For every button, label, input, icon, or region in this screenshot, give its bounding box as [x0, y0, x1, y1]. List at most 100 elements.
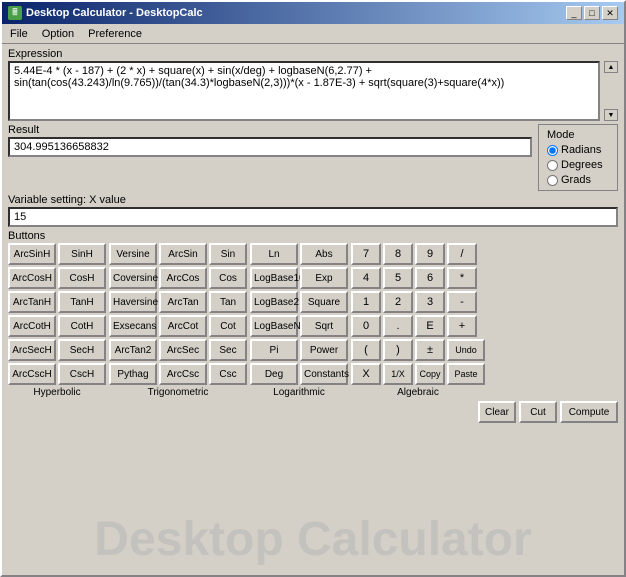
menu-option[interactable]: Option [38, 27, 78, 41]
minimize-button[interactable]: _ [566, 6, 582, 20]
menu-preference[interactable]: Preference [84, 27, 146, 41]
csc-button[interactable]: Csc [209, 363, 247, 385]
expr-scroll-down[interactable]: ▼ [604, 109, 618, 121]
cut-button[interactable]: Cut [519, 401, 557, 423]
logbase10-button[interactable]: LogBase10 [250, 267, 298, 289]
logbase2-button[interactable]: LogBase2 [250, 291, 298, 313]
menu-file[interactable]: File [6, 27, 32, 41]
cot-button[interactable]: Cot [209, 315, 247, 337]
trigonometric-label: Trigonometric [109, 387, 247, 398]
btn-minus[interactable]: - [447, 291, 477, 313]
num-row-2: 4 5 6 * [351, 267, 485, 289]
tan-button[interactable]: Tan [209, 291, 247, 313]
menu-bar: File Option Preference [2, 24, 624, 44]
csch-button[interactable]: CscH [58, 363, 106, 385]
arccosh-button[interactable]: ArcCosH [8, 267, 56, 289]
coth-button[interactable]: CotH [58, 315, 106, 337]
sech-button[interactable]: SecH [58, 339, 106, 361]
btn-plusminus[interactable]: ± [415, 339, 445, 361]
logbasen-button[interactable]: LogBaseN [250, 315, 298, 337]
sin-button[interactable]: Sin [209, 243, 247, 265]
btn-e[interactable]: E [415, 315, 445, 337]
arcsin-button[interactable]: ArcSin [159, 243, 207, 265]
deg-button[interactable]: Deg [250, 363, 298, 385]
hyp-row-6: ArcCscH CscH [8, 363, 106, 385]
power-button[interactable]: Power [300, 339, 348, 361]
exp-button[interactable]: Exp [300, 267, 348, 289]
sinh-button[interactable]: SinH [58, 243, 106, 265]
arccoth-button[interactable]: ArcCotH [8, 315, 56, 337]
cos-button[interactable]: Cos [209, 267, 247, 289]
hyp-row-5: ArcSecH SecH [8, 339, 106, 361]
btn-0[interactable]: 0 [351, 315, 381, 337]
expr-scroll-up[interactable]: ▲ [604, 61, 618, 73]
maximize-button[interactable]: □ [584, 6, 600, 20]
coversine-button[interactable]: Coversine [109, 267, 157, 289]
trig-row-2: Coversine ArcCos Cos [109, 267, 247, 289]
btn-dot[interactable]: . [383, 315, 413, 337]
compute-button[interactable]: Compute [560, 401, 618, 423]
copy-button[interactable]: Copy [415, 363, 445, 385]
btn-lparen[interactable]: ( [351, 339, 381, 361]
btn-plus[interactable]: + [447, 315, 477, 337]
hyp-row-4: ArcCotH CotH [8, 315, 106, 337]
cosh-button[interactable]: CosH [58, 267, 106, 289]
num-row-3: 1 2 3 - [351, 291, 485, 313]
btn-9[interactable]: 9 [415, 243, 445, 265]
constants-button[interactable]: Constants [300, 363, 348, 385]
btn-1[interactable]: 1 [351, 291, 381, 313]
arccot-button[interactable]: ArcCot [159, 315, 207, 337]
haversine-button[interactable]: Haversine [109, 291, 157, 313]
abs-button[interactable]: Abs [300, 243, 348, 265]
sqrt-button[interactable]: Sqrt [300, 315, 348, 337]
expression-input[interactable]: 5.44E-4 * (x - 187) + (2 * x) + square(x… [8, 61, 600, 121]
btn-4[interactable]: 4 [351, 267, 381, 289]
expression-label: Expression [8, 48, 618, 60]
pi-button[interactable]: Pi [250, 339, 298, 361]
hyperbolic-label: Hyperbolic [8, 387, 106, 398]
btn-8[interactable]: 8 [383, 243, 413, 265]
trig-buttons: Versine ArcSin Sin Coversine ArcCos Cos … [109, 243, 247, 385]
square-button[interactable]: Square [300, 291, 348, 313]
undo-button[interactable]: Undo [447, 339, 485, 361]
btn-rparen[interactable]: ) [383, 339, 413, 361]
btn-1x[interactable]: 1/X [383, 363, 413, 385]
pythag-button[interactable]: Pythag [109, 363, 157, 385]
log-row-1: Ln Abs [250, 243, 348, 265]
sec-button[interactable]: Sec [209, 339, 247, 361]
btn-2[interactable]: 2 [383, 291, 413, 313]
arcsech-button[interactable]: ArcSecH [8, 339, 56, 361]
arctanh-button[interactable]: ArcTanH [8, 291, 56, 313]
arcsec-button[interactable]: ArcSec [159, 339, 207, 361]
arctan2-button[interactable]: ArcTan2 [109, 339, 157, 361]
close-button[interactable]: ✕ [602, 6, 618, 20]
btn-7[interactable]: 7 [351, 243, 381, 265]
btn-3[interactable]: 3 [415, 291, 445, 313]
btn-x[interactable]: X [351, 363, 381, 385]
mode-grads[interactable]: Grads [547, 174, 609, 186]
arccsch-button[interactable]: ArcCscH [8, 363, 56, 385]
clear-button[interactable]: Clear [478, 401, 516, 423]
btn-divide[interactable]: / [447, 243, 477, 265]
arctan-button[interactable]: ArcTan [159, 291, 207, 313]
btn-5[interactable]: 5 [383, 267, 413, 289]
mode-degrees[interactable]: Degrees [547, 159, 609, 171]
tanh-button[interactable]: TanH [58, 291, 106, 313]
btn-6[interactable]: 6 [415, 267, 445, 289]
paste-button[interactable]: Paste [447, 363, 485, 385]
main-content: Expression 5.44E-4 * (x - 187) + (2 * x)… [2, 44, 624, 575]
btn-multiply[interactable]: * [447, 267, 477, 289]
versine-button[interactable]: Versine [109, 243, 157, 265]
trig-row-5: ArcTan2 ArcSec Sec [109, 339, 247, 361]
result-section: Result 304.995136658832 [8, 124, 532, 157]
ln-button[interactable]: Ln [250, 243, 298, 265]
result-input[interactable]: 304.995136658832 [8, 137, 532, 157]
arcsinh-button[interactable]: ArcSinH [8, 243, 56, 265]
num-row-4: 0 . E + [351, 315, 485, 337]
log-row-2: LogBase10 Exp [250, 267, 348, 289]
arccos-button[interactable]: ArcCos [159, 267, 207, 289]
variable-input[interactable]: 15 [8, 207, 618, 227]
exsecans-button[interactable]: Exsecans [109, 315, 157, 337]
arccsc-button[interactable]: ArcCsc [159, 363, 207, 385]
mode-radians[interactable]: Radians [547, 144, 609, 156]
